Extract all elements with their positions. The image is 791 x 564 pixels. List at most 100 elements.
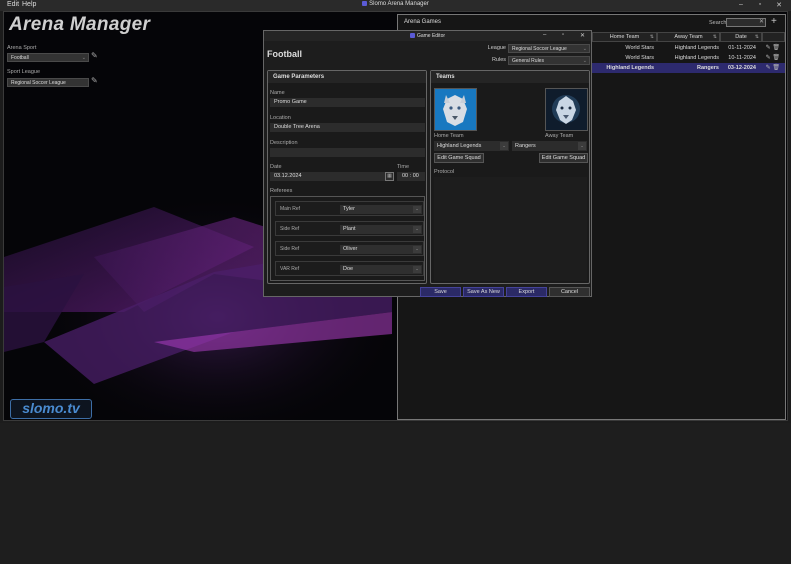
sport-label: Arena Sport <box>7 45 37 51</box>
chevron-down-icon: ⌄ <box>500 142 508 150</box>
location-field[interactable]: Double Tree Arena <box>270 123 425 132</box>
referee-row: Side Ref Oliver ⌄ <box>275 241 424 256</box>
export-button[interactable]: Export <box>506 287 547 297</box>
sort-icon: ⇅ <box>754 34 759 40</box>
delete-trash-icon[interactable]: 🗑 <box>772 65 780 71</box>
protocol-area[interactable] <box>434 177 587 281</box>
referees-box: Main Ref Tyler ⌄ Side Ref Plant ⌄ Side Ref… <box>270 196 425 281</box>
referees-label: Referees <box>270 188 293 194</box>
referee-row: Side Ref Plant ⌄ <box>275 221 424 236</box>
arena-games-title: Arena Games <box>404 19 442 25</box>
slomo-logo: slomo.tv <box>10 399 92 419</box>
edit-pencil-icon[interactable]: ✎ <box>766 55 771 61</box>
save-as-new-button[interactable]: Save As New <box>463 287 504 297</box>
editor-close-button[interactable]: ✕ <box>580 32 585 39</box>
close-button[interactable]: ✕ <box>772 1 786 9</box>
column-header-home-team[interactable]: Home Team ⇅ <box>592 32 657 42</box>
referee-role: VAR Ref <box>280 266 300 272</box>
app-logo-icon <box>409 33 415 39</box>
name-label: Name <box>270 90 285 96</box>
editor-league-select[interactable]: Regional Soccer League ⌄ <box>508 44 590 53</box>
delete-trash-icon[interactable]: 🗑 <box>772 45 780 51</box>
wolf-emblem-icon <box>435 89 476 130</box>
referee-select[interactable]: Doe ⌄ <box>340 265 422 274</box>
sport-select-value: Football <box>11 55 29 61</box>
edit-league-pencil-icon[interactable]: ✎ <box>91 76 98 85</box>
home-team-label: Home Team <box>434 133 464 139</box>
minimize-button[interactable]: – <box>734 1 748 8</box>
referee-role: Side Ref <box>280 226 300 232</box>
clear-search-icon[interactable]: ✕ <box>759 18 764 25</box>
app-heading: Arena Manager <box>9 14 151 35</box>
league-label: Sport League <box>7 69 41 75</box>
chevron-down-icon: ⌄ <box>413 226 421 233</box>
game-editor-dialog: Game Editor – ▫ ✕ Football League Region… <box>263 30 592 297</box>
editor-minimize-button[interactable]: – <box>543 32 546 38</box>
app-title: Slomo Arena Manager <box>0 1 791 7</box>
away-team-select[interactable]: Rangers ⌄ <box>512 141 587 151</box>
chevron-down-icon: ⌄ <box>578 142 586 150</box>
cancel-button[interactable]: Cancel <box>549 287 590 297</box>
teams-group: Teams Home Team Away Team Highland Legen… <box>430 70 590 284</box>
row-away-team: Rangers <box>696 65 719 71</box>
rules-select[interactable]: General Rules ⌄ <box>508 56 590 65</box>
row-home-team: World Stars <box>625 45 654 51</box>
sport-title: Football <box>267 49 302 59</box>
edit-pencil-icon[interactable]: ✎ <box>766 65 771 71</box>
away-team-label: Away Team <box>545 133 574 139</box>
column-header-actions <box>762 32 785 42</box>
location-label: Location <box>270 115 291 121</box>
home-team-select[interactable]: Highland Legends ⌄ <box>434 141 509 151</box>
time-label: Time <box>397 164 410 170</box>
add-game-button[interactable]: + <box>771 16 777 27</box>
row-away-team: Highland Legends <box>674 55 719 61</box>
editor-maximize-button[interactable]: ▫ <box>562 32 564 38</box>
editor-league-value: Regional Soccer League <box>512 46 567 52</box>
home-team-header-label: Home Team <box>609 34 640 40</box>
calendar-icon[interactable]: ▦ <box>385 172 394 181</box>
date-value: 03.12.2024 <box>274 173 302 179</box>
save-button[interactable]: Save <box>420 287 461 297</box>
editor-title: Game Editor <box>264 33 591 39</box>
app-logo-icon <box>362 1 368 6</box>
edit-pencil-icon[interactable]: ✎ <box>766 45 771 51</box>
edit-sport-pencil-icon[interactable]: ✎ <box>91 51 98 60</box>
name-field[interactable]: Promo Game <box>270 98 425 107</box>
chevron-down-icon: ⌄ <box>582 58 587 64</box>
rules-label: Rules <box>491 57 506 63</box>
date-label: Date <box>270 164 282 170</box>
referee-select[interactable]: Oliver ⌄ <box>340 245 422 254</box>
time-field[interactable]: 00 : 00 <box>397 172 425 181</box>
edit-home-squad-button[interactable]: Edit Game Squad <box>434 153 484 163</box>
maximize-button[interactable]: ▫ <box>753 1 767 8</box>
referee-row: VAR Ref Doe ⌄ <box>275 261 424 276</box>
protocol-label: Protocol <box>434 169 455 175</box>
row-away-team: Highland Legends <box>674 45 719 51</box>
row-date: 10-11-2024 <box>728 55 756 61</box>
away-team-logo[interactable] <box>545 88 588 131</box>
date-field[interactable]: 03.12.2024 <box>270 172 394 181</box>
column-header-date[interactable]: Date ⇅ <box>720 32 762 42</box>
league-label: League <box>487 45 506 51</box>
referee-select[interactable]: Plant ⌄ <box>340 225 422 234</box>
row-date: 01-11-2024 <box>728 45 756 51</box>
edit-away-squad-button[interactable]: Edit Game Squad <box>539 153 588 163</box>
delete-trash-icon[interactable]: 🗑 <box>772 55 780 61</box>
referee-role: Side Ref <box>280 246 300 252</box>
league-select[interactable]: Regional Soccer League <box>7 78 89 87</box>
menu-bar: Edit Help Slomo Arena Manager – ▫ ✕ <box>0 0 791 11</box>
game-parameters-group: Game Parameters Name Promo Game Location… <box>267 70 427 284</box>
sort-icon: ⇅ <box>712 34 717 40</box>
referee-row: Main Ref Tyler ⌄ <box>275 201 424 216</box>
lion-emblem-icon <box>546 89 587 130</box>
referee-select[interactable]: Tyler ⌄ <box>340 205 422 214</box>
chevron-down-icon: ⌄ <box>413 206 421 213</box>
description-field[interactable] <box>270 148 425 157</box>
chevron-down-icon: ⌄ <box>413 246 421 253</box>
empty-bottom-area <box>0 423 791 564</box>
home-team-logo[interactable] <box>434 88 477 131</box>
sort-icon: ⇅ <box>649 34 654 40</box>
column-header-away-team[interactable]: Away Team ⇅ <box>657 32 720 42</box>
sport-select[interactable]: Football ⌄ <box>7 53 89 62</box>
row-date: 03-12-2024 <box>727 65 756 71</box>
